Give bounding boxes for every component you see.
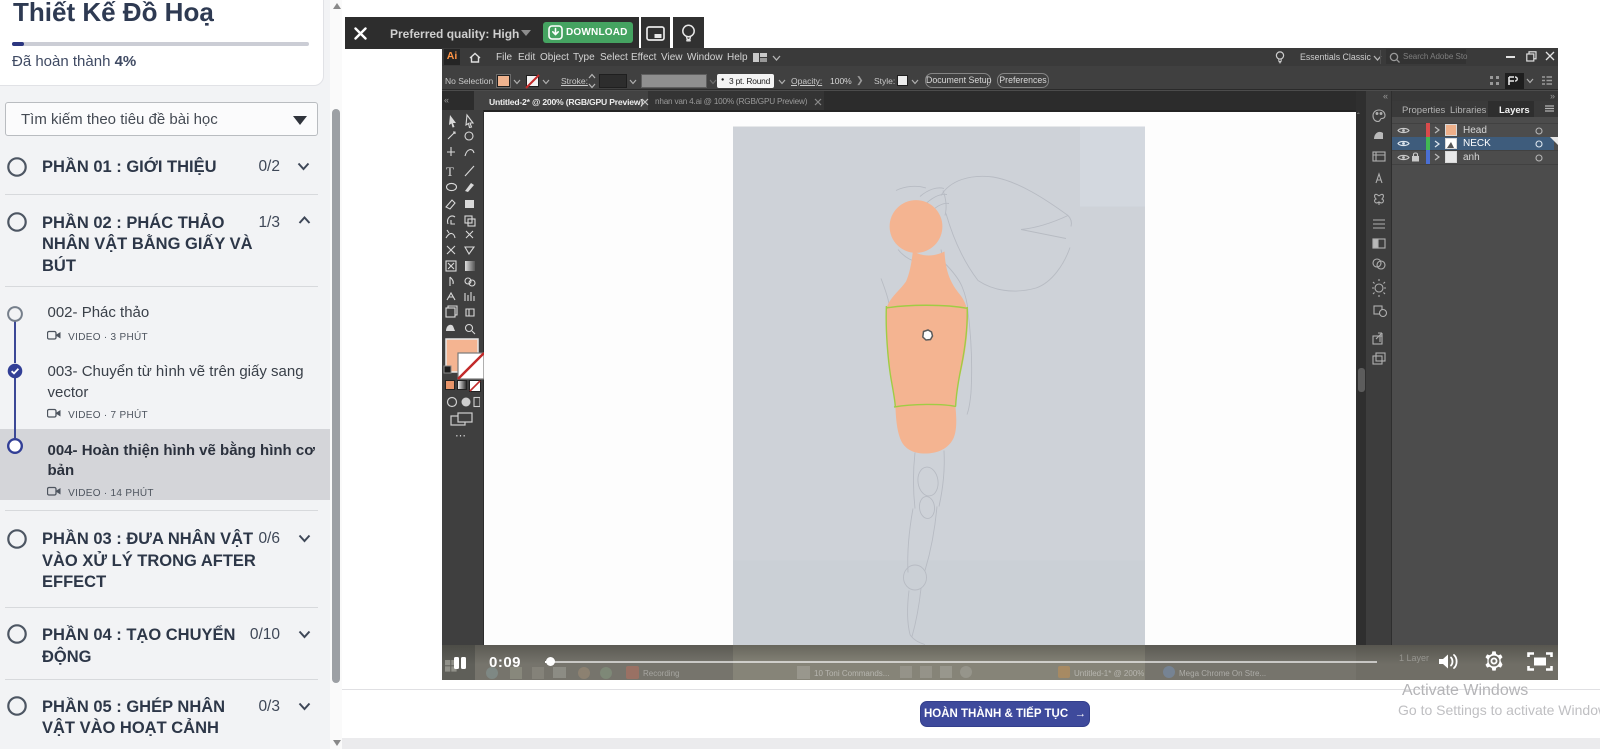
svg-text:T: T bbox=[446, 164, 454, 179]
